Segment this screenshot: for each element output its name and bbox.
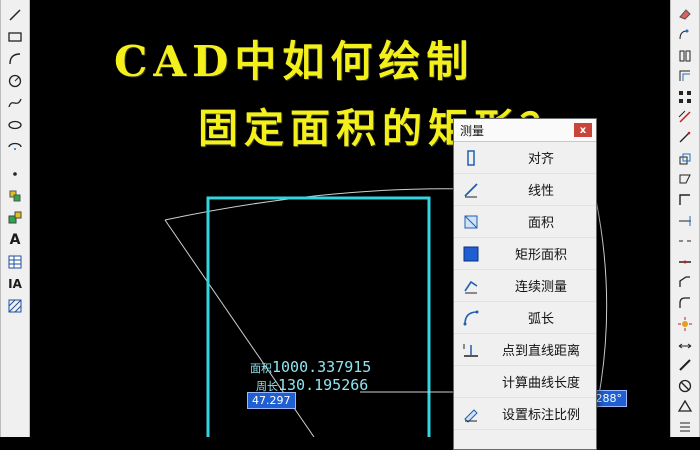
align-icon bbox=[460, 147, 482, 169]
insert-icon[interactable] bbox=[4, 208, 26, 228]
title-line-1: CAD中如何绘制 bbox=[114, 37, 475, 86]
mirror-icon[interactable] bbox=[674, 46, 696, 65]
table-icon[interactable] bbox=[4, 252, 26, 272]
point-icon[interactable] bbox=[4, 164, 26, 184]
ellipse-icon[interactable] bbox=[4, 115, 26, 135]
dimension-icon[interactable] bbox=[674, 335, 696, 354]
trim-icon[interactable] bbox=[674, 191, 696, 210]
arc-length-icon bbox=[460, 307, 482, 329]
point-line-distance-icon bbox=[460, 339, 482, 361]
linear-icon bbox=[460, 179, 482, 201]
measure-linear-button[interactable]: 线性 bbox=[454, 174, 596, 206]
explode-icon[interactable] bbox=[674, 314, 696, 333]
area-value: 1000.337915 bbox=[272, 358, 372, 376]
measure-icon[interactable] bbox=[674, 356, 696, 375]
dialog-title: 测量 bbox=[460, 123, 485, 138]
dialog-item-label: 连续测量 bbox=[514, 280, 567, 295]
measure-continuous-button[interactable]: 连续测量 bbox=[454, 270, 596, 302]
rotate-icon[interactable] bbox=[674, 129, 696, 148]
dialog-item-label: 矩形面积 bbox=[514, 248, 567, 263]
measure-rect-area-button[interactable]: 矩形面积 bbox=[454, 238, 596, 270]
measure-scale-button[interactable]: 设置标注比例 bbox=[454, 398, 596, 430]
circle-icon[interactable] bbox=[4, 71, 26, 91]
length-input[interactable]: 47.297 bbox=[247, 392, 296, 409]
dialog-titlebar[interactable]: 测量 x bbox=[454, 119, 596, 142]
scale-icon[interactable] bbox=[674, 149, 696, 168]
triangle-icon[interactable] bbox=[674, 397, 696, 416]
continuous-measure-icon bbox=[460, 275, 482, 297]
left-draw-toolbar: A IA bbox=[0, 0, 30, 437]
measure-align-button[interactable]: 对齐 bbox=[454, 142, 596, 174]
fillet-icon[interactable] bbox=[674, 294, 696, 313]
dialog-item-label: 设置标注比例 bbox=[501, 408, 580, 423]
offset-icon[interactable] bbox=[674, 67, 696, 86]
extend-icon[interactable] bbox=[674, 211, 696, 230]
copy-icon[interactable] bbox=[674, 26, 696, 45]
measure-area-button[interactable]: 面积 bbox=[454, 206, 596, 238]
join-icon[interactable] bbox=[674, 253, 696, 272]
erase-icon[interactable] bbox=[674, 5, 696, 24]
line-icon[interactable] bbox=[4, 5, 26, 25]
list-icon[interactable] bbox=[674, 418, 696, 437]
ellipse-arc-icon[interactable] bbox=[4, 137, 26, 157]
measure-curve-length-button[interactable]: 计算曲线长度 bbox=[454, 366, 596, 398]
fixed-area-rectangle[interactable] bbox=[206, 196, 431, 437]
chamfer-icon[interactable] bbox=[674, 273, 696, 292]
area-readout: 面积1000.337915 bbox=[250, 358, 371, 376]
stretch-icon[interactable] bbox=[674, 170, 696, 189]
close-button[interactable]: x bbox=[574, 123, 592, 137]
right-modify-toolbar bbox=[670, 0, 700, 437]
dialog-item-label: 弧长 bbox=[527, 312, 554, 327]
move-icon[interactable] bbox=[674, 108, 696, 127]
circle-slash-icon[interactable] bbox=[674, 376, 696, 395]
block-icon[interactable] bbox=[4, 186, 26, 206]
mtext-icon[interactable]: IA bbox=[4, 274, 26, 294]
hatch-icon[interactable] bbox=[4, 296, 26, 316]
dialog-item-label: 面积 bbox=[527, 216, 554, 231]
dialog-item-label: 计算曲线长度 bbox=[501, 376, 580, 391]
dialog-item-label: 对齐 bbox=[527, 152, 554, 167]
measure-point-line-button[interactable]: 点到直线距离 bbox=[454, 334, 596, 366]
measure-dialog: 测量 x 对齐 线性 面积 矩形面积 连续测量 弧长 点到直线距离 计算曲线长度… bbox=[453, 118, 597, 450]
array-icon[interactable] bbox=[674, 88, 696, 107]
dialog-item-label: 点到直线距离 bbox=[501, 344, 580, 359]
rect-area-icon bbox=[460, 243, 482, 265]
break-icon[interactable] bbox=[674, 232, 696, 251]
text-icon[interactable]: A bbox=[4, 230, 26, 250]
annotation-scale-icon bbox=[460, 403, 482, 425]
arc-icon[interactable] bbox=[4, 49, 26, 69]
dialog-item-label: 线性 bbox=[527, 184, 554, 199]
curve-length-icon bbox=[460, 371, 482, 393]
measure-arc-length-button[interactable]: 弧长 bbox=[454, 302, 596, 334]
spline-icon[interactable] bbox=[4, 93, 26, 113]
rectangle-icon[interactable] bbox=[4, 27, 26, 47]
area-icon bbox=[460, 211, 482, 233]
area-label: 面积 bbox=[250, 362, 272, 375]
